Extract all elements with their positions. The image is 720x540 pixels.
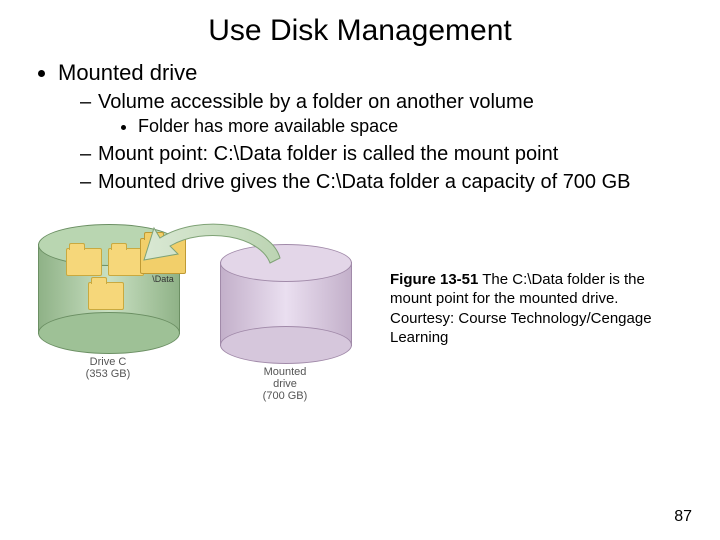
bullet-list: Mounted drive Volume accessible by a fol… bbox=[30, 60, 690, 194]
mounted-drive-cylinder bbox=[220, 244, 350, 364]
bullet-s1-text: Volume accessible by a folder on another… bbox=[98, 91, 534, 113]
slide: Use Disk Management Mounted drive Volume… bbox=[0, 0, 720, 540]
mounted-drive-caption: Mounted drive (700 GB) bbox=[215, 366, 355, 402]
folder-icon bbox=[108, 248, 144, 276]
bullet-s1: Volume accessible by a folder on another… bbox=[80, 90, 690, 138]
data-folder-label: \Data bbox=[138, 274, 188, 284]
figure-number: Figure 13-51 bbox=[390, 271, 478, 288]
figure-caption: Figure 13-51 The C:\Data folder is the m… bbox=[390, 270, 690, 348]
figure-area: \Data Drive C (353 GB) Mounted drive (70… bbox=[30, 214, 690, 404]
page-number: 87 bbox=[674, 508, 692, 526]
drive-c-cylinder: \Data bbox=[38, 224, 178, 354]
cyl-bottom bbox=[38, 312, 180, 354]
bullet-s3: Mounted drive gives the C:\Data folder a… bbox=[80, 170, 690, 194]
data-folder-icon bbox=[140, 238, 186, 274]
bullet-l1-text: Mounted drive bbox=[58, 60, 197, 85]
sub-list: Volume accessible by a folder on another… bbox=[58, 90, 690, 194]
subsub-list: Folder has more available space bbox=[98, 116, 690, 138]
folder-icon bbox=[66, 248, 102, 276]
bullet-s2: Mount point: C:\Data folder is called th… bbox=[80, 142, 690, 166]
page-title: Use Disk Management bbox=[30, 14, 690, 48]
folder-icon bbox=[88, 282, 124, 310]
diagram: \Data Drive C (353 GB) Mounted drive (70… bbox=[30, 214, 370, 404]
cyl-bottom bbox=[220, 326, 352, 364]
drive-c-caption: Drive C (353 GB) bbox=[38, 356, 178, 380]
bullet-l1: Mounted drive Volume accessible by a fol… bbox=[58, 60, 690, 194]
cyl-top bbox=[220, 244, 352, 282]
bullet-ss1: Folder has more available space bbox=[138, 116, 690, 138]
